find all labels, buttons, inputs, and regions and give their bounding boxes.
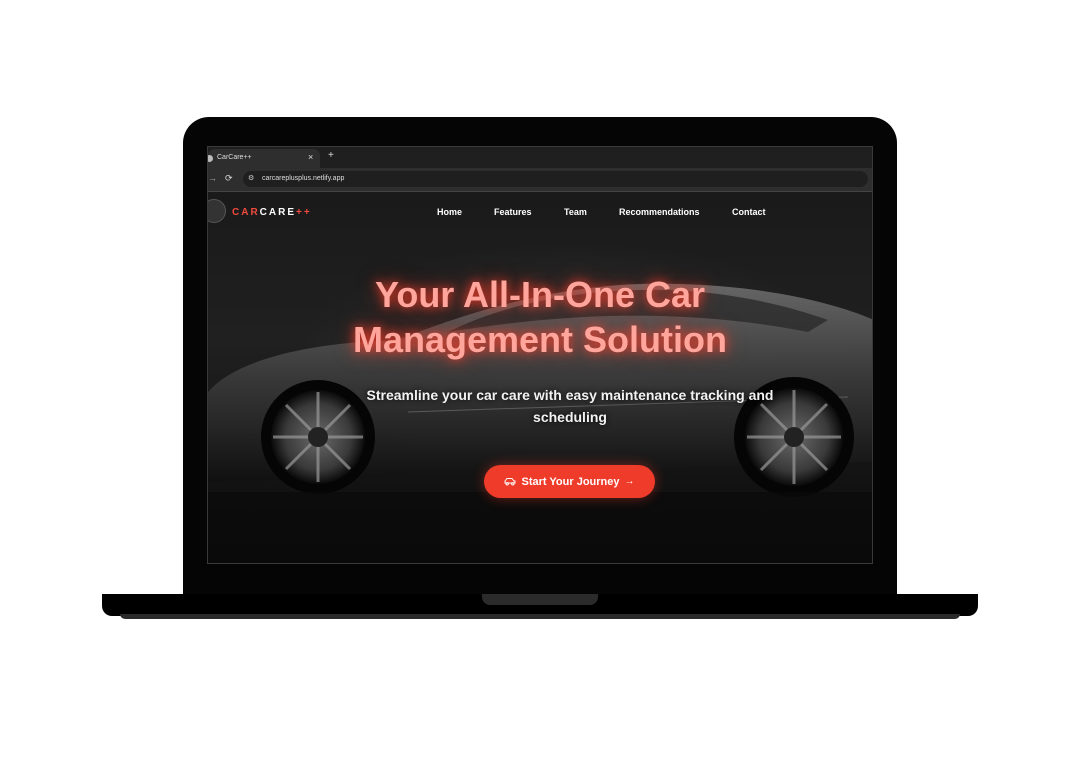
laptop-base-shadow [120,614,960,619]
forward-icon[interactable]: → [208,173,217,183]
hero-subtitle: Streamline your car care with easy maint… [366,387,774,425]
laptop-notch [482,594,598,605]
nav-contact[interactable]: Contact [732,207,766,217]
start-journey-button[interactable]: Start Your Journey → [484,465,655,498]
logo-part-care: CARE [259,207,297,218]
browser-tab-bar: CarCare++ × + [208,147,872,168]
laptop-screen: CarCare++ × + → ⟳ ⚙ carcareplusplus.netl… [207,146,873,564]
web-page: CARCARE++ Home Features Team Recommendat… [208,192,872,563]
nav-features[interactable]: Features [494,207,532,217]
hero-title-line-2: Management Solution [352,319,727,360]
nav-recommendations[interactable]: Recommendations [619,207,700,217]
favicon-icon [208,155,213,162]
url-text: carcareplusplus.netlify.app [262,175,345,182]
logo-icon[interactable] [208,199,226,223]
browser-tab[interactable]: CarCare++ × [208,149,320,168]
nav-home[interactable]: Home [437,207,462,217]
car-icon [504,478,516,486]
site-logo[interactable]: CARCARE++ [232,207,312,218]
url-field[interactable]: ⚙ carcareplusplus.netlify.app [243,171,868,187]
arrow-right-icon: → [624,476,635,487]
hero-title-line-1: Your All-In-One Car [374,274,705,315]
reload-icon[interactable]: ⟳ [225,173,233,184]
logo-part-car: CAR [232,207,260,218]
hero-car-image [208,283,872,563]
hero-title: Your All-In-One Car Management Solution [208,272,872,362]
new-tab-button[interactable]: + [328,150,334,161]
logo-part-plus: ++ [296,207,312,218]
tab-title: CarCare++ [217,154,252,161]
site-info-icon[interactable]: ⚙ [248,174,258,184]
site-navbar: CARCARE++ Home Features Team Recommendat… [208,192,872,232]
tab-close-icon[interactable]: × [308,152,313,162]
browser-address-bar: → ⟳ ⚙ carcareplusplus.netlify.app [208,168,872,192]
nav-team[interactable]: Team [564,207,587,217]
cta-label: Start Your Journey [521,475,620,488]
